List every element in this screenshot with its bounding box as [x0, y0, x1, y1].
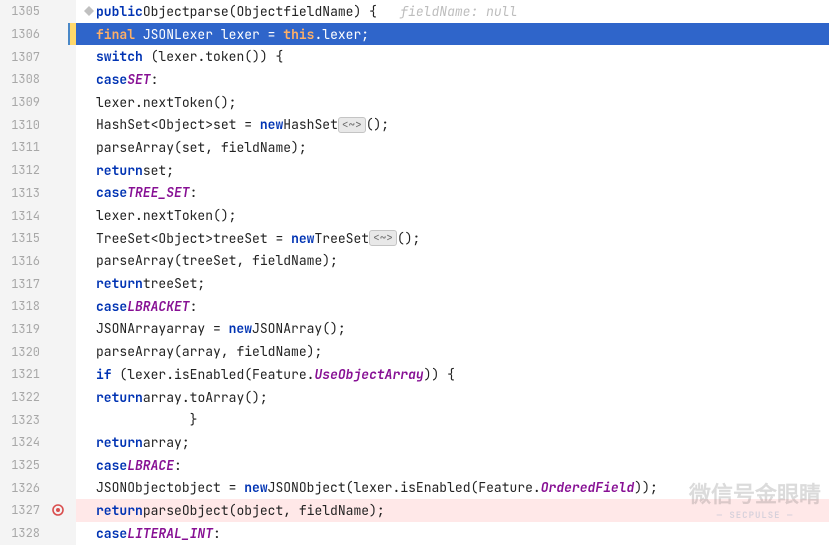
line-number: 1318	[0, 295, 48, 318]
line-number: 1321	[0, 363, 48, 386]
code-text[interactable]: return parseObject(object, fieldName);	[76, 499, 829, 522]
code-text[interactable]: switch (lexer.token()) {	[76, 45, 283, 68]
code-line[interactable]: 1307 switch (lexer.token()) {	[0, 45, 829, 68]
code-line[interactable]: 1320 parseArray(array, fieldName);	[0, 340, 829, 363]
code-line-error[interactable]: 1327 return parseObject(object, fieldNam…	[0, 499, 829, 522]
code-text[interactable]: TreeSet<Object> treeSet = new TreeSet<~>…	[76, 227, 420, 250]
gutter-stripe	[68, 0, 76, 23]
code-line[interactable]: 1314 lexer.nextToken();	[0, 204, 829, 227]
code-text[interactable]: return array;	[76, 431, 190, 454]
code-text[interactable]: return treeSet;	[76, 272, 205, 295]
code-line[interactable]: 1312 return set;	[0, 159, 829, 182]
line-number: 1325	[0, 454, 48, 477]
code-text[interactable]: case LBRACKET:	[76, 295, 197, 318]
code-line[interactable]: 1316 parseArray(treeSet, fieldName);	[0, 250, 829, 273]
line-number: 1312	[0, 159, 48, 182]
code-line[interactable]: 1309 lexer.nextToken();	[0, 91, 829, 114]
gutter-stripe-execution	[68, 23, 76, 46]
inlay-hint: fieldName: null	[400, 3, 517, 20]
code-line[interactable]: 1328 case LITERAL_INT:	[0, 522, 829, 545]
diamond-hint: <~>	[369, 230, 397, 246]
code-text[interactable]: }	[76, 408, 197, 431]
code-line[interactable]: 1326 JSONObject object = new JSONObject(…	[0, 476, 829, 499]
code-text[interactable]: public Object parse(Object fieldName) { …	[76, 0, 517, 23]
code-line[interactable]: 1313 case TREE_SET:	[0, 182, 829, 205]
line-number: 1315	[0, 227, 48, 250]
code-text[interactable]: parseArray(array, fieldName);	[76, 340, 322, 363]
code-text[interactable]: final JSONLexer lexer = this.lexer;	[76, 23, 829, 46]
gutter-marker	[48, 23, 68, 46]
line-number: 1319	[0, 318, 48, 341]
code-line[interactable]: 1315 TreeSet<Object> treeSet = new TreeS…	[0, 227, 829, 250]
line-number: 1307	[0, 45, 48, 68]
line-number: 1320	[0, 340, 48, 363]
line-number: 1310	[0, 113, 48, 136]
code-text[interactable]: case LBRACE:	[76, 454, 182, 477]
line-number: 1308	[0, 68, 48, 91]
line-number: 1322	[0, 386, 48, 409]
code-line-selected[interactable]: 1306 final JSONLexer lexer = this.lexer;	[0, 23, 829, 46]
line-number: 1326	[0, 476, 48, 499]
code-text[interactable]: lexer.nextToken();	[76, 204, 236, 227]
code-text[interactable]: JSONObject object = new JSONObject(lexer…	[76, 476, 658, 499]
line-number: 1317	[0, 272, 48, 295]
line-number: 1328	[0, 522, 48, 545]
code-text[interactable]: if (lexer.isEnabled(Feature.UseObjectArr…	[76, 363, 455, 386]
code-line[interactable]: 1311 parseArray(set, fieldName);	[0, 136, 829, 159]
code-line[interactable]: 1324 return array;	[0, 431, 829, 454]
code-text[interactable]: return set;	[76, 159, 174, 182]
line-number: 1311	[0, 136, 48, 159]
line-number: 1309	[0, 91, 48, 114]
line-number: 1323	[0, 408, 48, 431]
code-line[interactable]: 1318 case LBRACKET:	[0, 295, 829, 318]
code-line[interactable]: 1323 }	[0, 408, 829, 431]
code-line[interactable]: 1310 HashSet<Object> set = new HashSet<~…	[0, 113, 829, 136]
code-text[interactable]: parseArray(set, fieldName);	[76, 136, 307, 159]
code-line[interactable]: 1322 return array.toArray();	[0, 386, 829, 409]
line-number: 1313	[0, 182, 48, 205]
code-line[interactable]: 1317 return treeSet;	[0, 272, 829, 295]
code-text[interactable]: return array.toArray();	[76, 386, 268, 409]
code-line[interactable]: 1325 case LBRACE:	[0, 454, 829, 477]
code-line[interactable]: 1305 public Object parse(Object fieldNam…	[0, 0, 829, 23]
line-number: 1324	[0, 431, 48, 454]
code-text[interactable]: HashSet<Object> set = new HashSet<~>();	[76, 113, 389, 136]
code-editor[interactable]: 1305 public Object parse(Object fieldNam…	[0, 0, 829, 545]
line-number: 1306	[0, 23, 48, 46]
line-number: 1327	[0, 499, 48, 522]
code-text[interactable]: case LITERAL_INT:	[76, 522, 221, 545]
code-text[interactable]: case SET:	[76, 68, 158, 91]
code-text[interactable]: parseArray(treeSet, fieldName);	[76, 250, 338, 273]
diamond-hint: <~>	[338, 117, 366, 133]
code-line[interactable]: 1308 case SET:	[0, 68, 829, 91]
line-number: 1316	[0, 250, 48, 273]
code-text[interactable]: JSONArray array = new JSONArray();	[76, 318, 346, 341]
code-line[interactable]: 1319 JSONArray array = new JSONArray();	[0, 318, 829, 341]
gutter-marker	[48, 0, 68, 23]
error-icon[interactable]	[48, 499, 68, 522]
line-number: 1314	[0, 204, 48, 227]
code-text[interactable]: case TREE_SET:	[76, 182, 197, 205]
code-text[interactable]: lexer.nextToken();	[76, 91, 236, 114]
code-line[interactable]: 1321 if (lexer.isEnabled(Feature.UseObje…	[0, 363, 829, 386]
